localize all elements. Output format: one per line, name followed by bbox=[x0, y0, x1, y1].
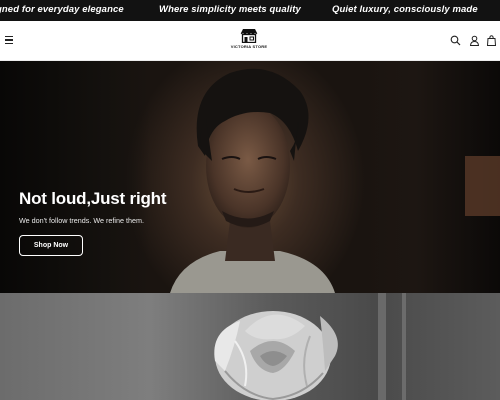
announcement-message: Where simplicity meets quality bbox=[159, 4, 301, 15]
hero-portrait-image bbox=[170, 68, 335, 293]
logo-text: VICTORIA STORE bbox=[230, 44, 268, 49]
announcement-message: Quiet luxury, consciously made bbox=[332, 4, 478, 15]
hero-banner: Not loud,Just right We don't follow tren… bbox=[0, 61, 500, 293]
announcement-bar: gned for everyday elegance Where simplic… bbox=[0, 0, 500, 21]
hamburger-icon[interactable] bbox=[5, 36, 14, 45]
store-logo[interactable]: VICTORIA STORE bbox=[229, 28, 269, 54]
hero-text-block: Not loud,Just right We don't follow tren… bbox=[19, 189, 166, 225]
announcement-message: gned for everyday elegance bbox=[0, 4, 124, 15]
cart-icon[interactable] bbox=[486, 35, 497, 46]
shop-now-button[interactable]: Shop Now bbox=[19, 235, 83, 256]
site-header: VICTORIA STORE bbox=[0, 21, 500, 61]
account-icon[interactable] bbox=[469, 35, 480, 46]
storefront-icon bbox=[240, 29, 258, 43]
hero-title: Not loud,Just right bbox=[19, 189, 167, 208]
search-icon[interactable] bbox=[450, 35, 461, 46]
background-window bbox=[465, 156, 500, 216]
hero-subtitle: We don't follow trends. We refine them. bbox=[19, 216, 144, 225]
rose-image bbox=[214, 311, 338, 400]
featured-image-section bbox=[0, 293, 500, 400]
